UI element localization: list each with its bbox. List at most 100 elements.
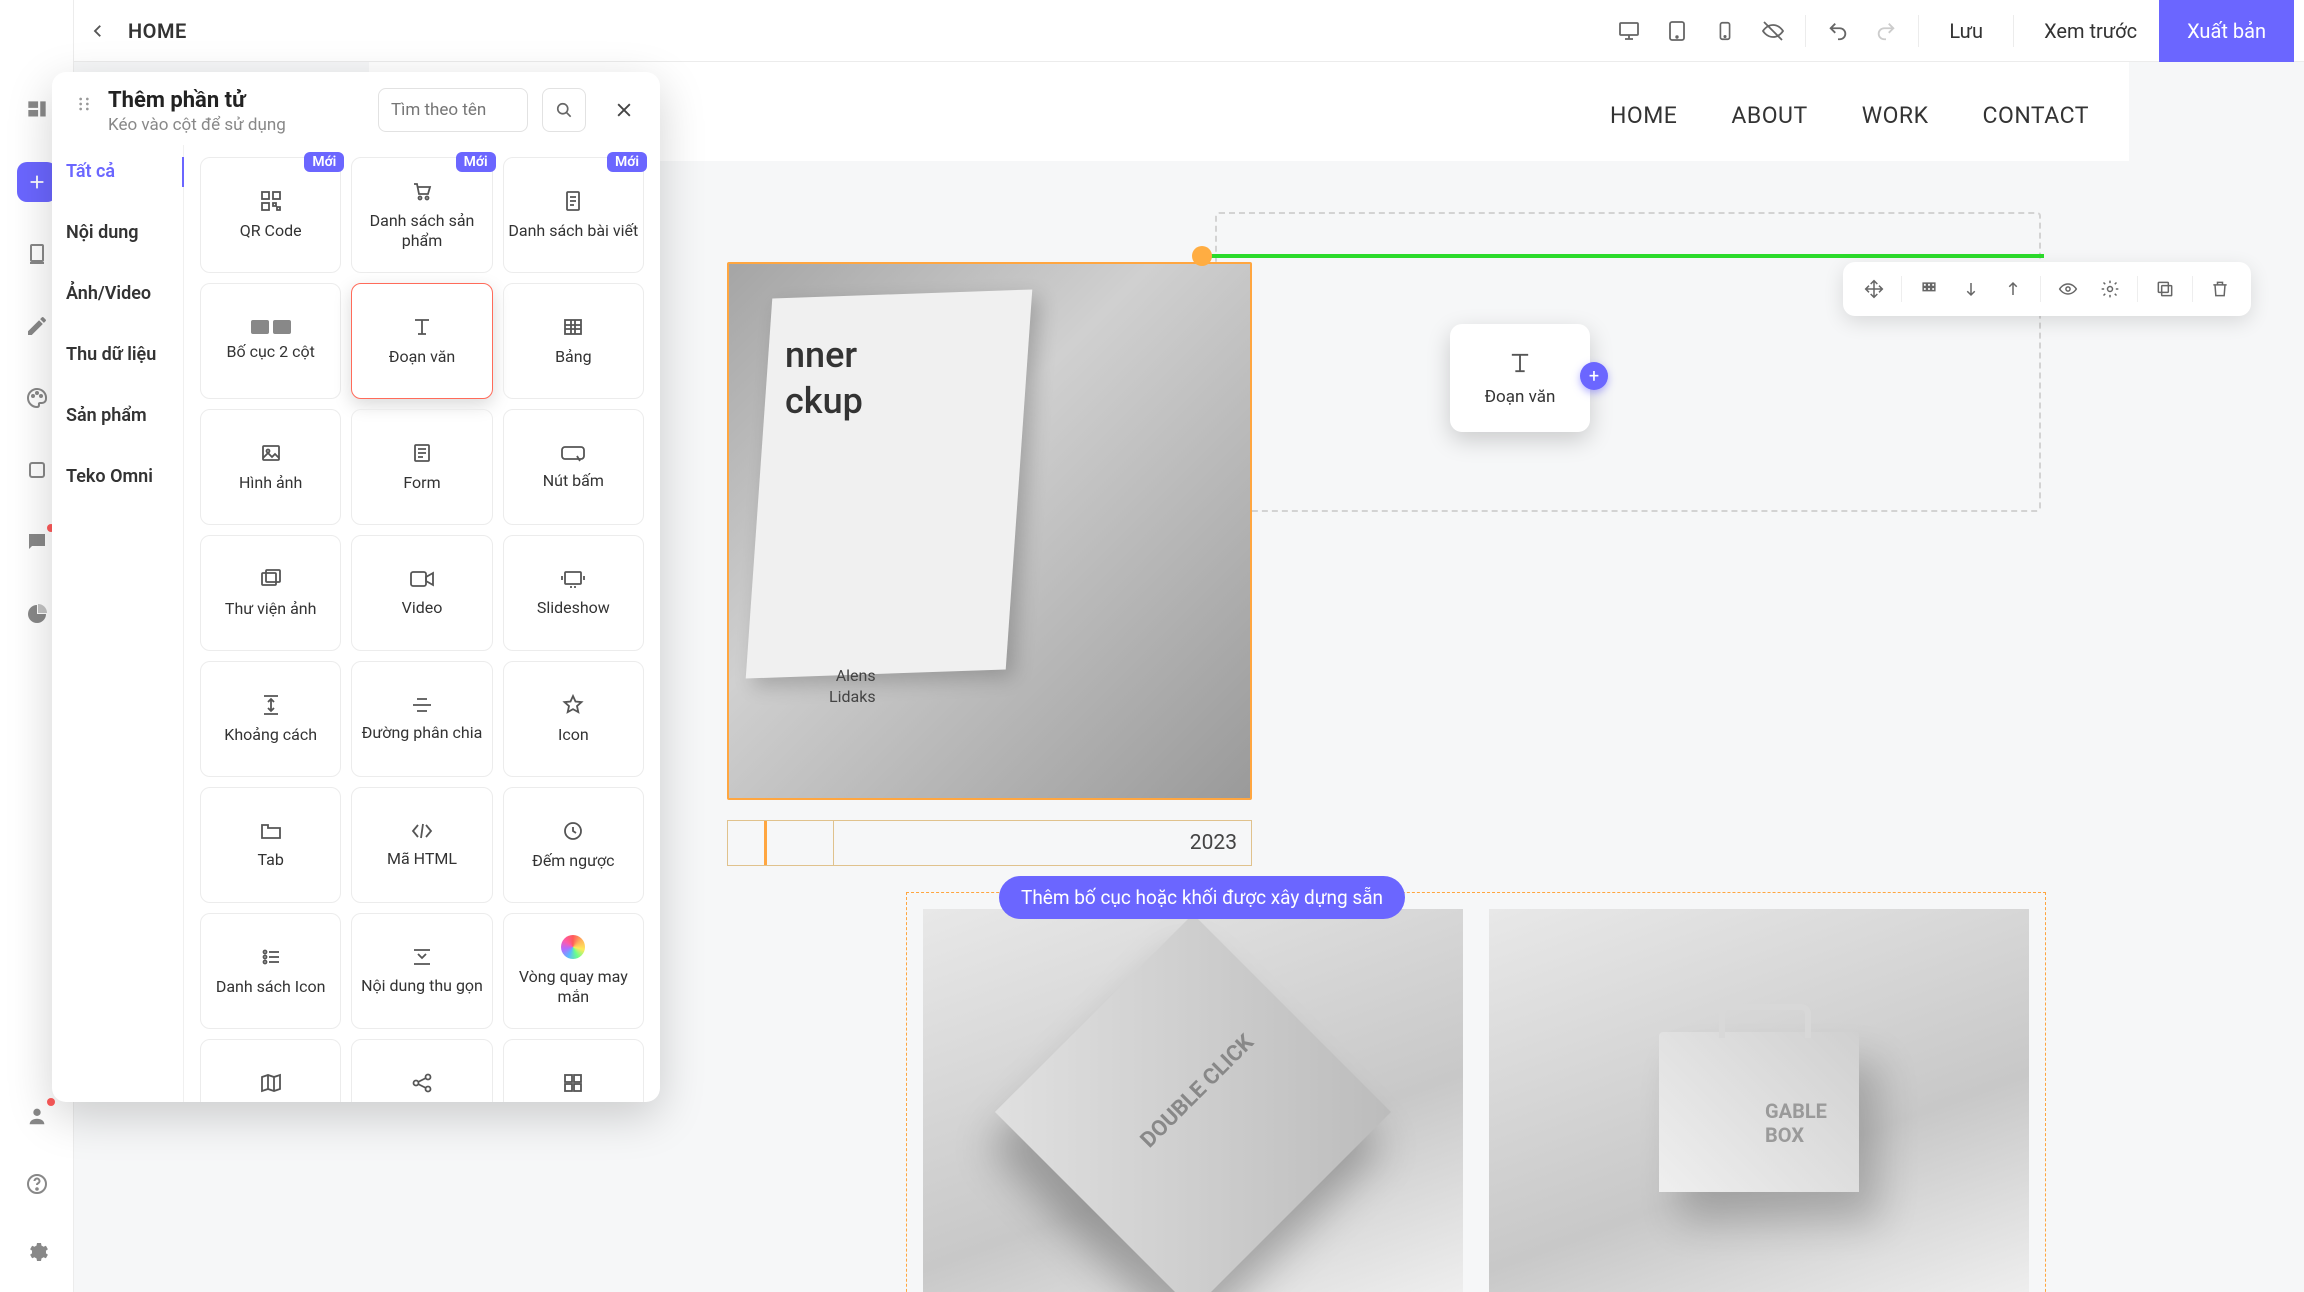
two-col-icon (251, 320, 291, 334)
tile-divider[interactable]: Đường phân chia (351, 661, 492, 777)
gallery-2-label: GABLEBOX (1765, 1099, 1827, 1147)
tile-map[interactable]: Bản đồ (200, 1039, 341, 1102)
hero-author: AlensLidaks (829, 666, 876, 708)
code-icon (410, 821, 434, 841)
move-up-icon[interactable] (1994, 270, 2032, 308)
tile-product-list[interactable]: MớiDanh sách sản phẩm (351, 157, 492, 273)
gallery-icon (259, 567, 283, 591)
gear-icon[interactable] (2091, 270, 2129, 308)
device-tablet-icon[interactable] (1653, 0, 1701, 62)
drop-line (1194, 254, 2044, 258)
tile-countdown[interactable]: Đếm ngược (503, 787, 644, 903)
tile-post-list[interactable]: MớiDanh sách bài viết (503, 157, 644, 273)
tile-icon-list[interactable]: Danh sách Icon (200, 913, 341, 1029)
close-icon[interactable] (606, 92, 642, 128)
save-button[interactable]: Lưu (1927, 0, 2005, 62)
button-icon (560, 443, 586, 463)
copy-icon[interactable] (2146, 270, 2184, 308)
grid-icon[interactable] (1910, 270, 1948, 308)
element-grid: MớiQR Code MớiDanh sách sản phẩm MớiDanh… (184, 145, 660, 1102)
badge-new: Mới (304, 152, 344, 172)
tile-button[interactable]: Nút bấm (503, 409, 644, 525)
dragged-element-chip[interactable]: Đoạn văn + (1450, 324, 1590, 432)
tile-list[interactable]: Danh sách (503, 1039, 644, 1102)
nav-home[interactable]: HOME (1610, 102, 1677, 129)
preview-button[interactable]: Xem trước (2022, 0, 2159, 62)
icon-list-icon (259, 945, 283, 969)
rail-help-icon[interactable] (17, 1164, 57, 1204)
tile-wheel[interactable]: Vòng quay may mắn (503, 913, 644, 1029)
text-icon (1506, 349, 1534, 377)
badge-new: Mới (607, 152, 647, 172)
rail-chat-icon[interactable] (17, 522, 57, 562)
image-icon (259, 441, 283, 465)
add-layout-tooltip[interactable]: Thêm bố cục hoặc khối được xây dựng sẵn (999, 876, 1405, 919)
cat-product[interactable]: Sản phẩm (66, 405, 175, 426)
rail-layers-icon[interactable] (17, 450, 57, 490)
text-icon (410, 315, 434, 339)
hero-image[interactable]: nner ckup AlensLidaks (727, 262, 1252, 800)
gallery-image-2[interactable]: GABLEBOX (1489, 909, 2029, 1292)
list-icon (561, 1072, 585, 1094)
drop-handle[interactable] (1192, 246, 1212, 266)
hero-text-2: ckup (785, 380, 863, 422)
tile-collapse[interactable]: Nội dung thu gọn (351, 913, 492, 1029)
eye-icon[interactable] (2049, 270, 2087, 308)
drag-handle-icon[interactable] (74, 94, 94, 114)
topbar: HOME Lưu Xem trước Xuất bản (74, 0, 2304, 62)
divider-icon (410, 695, 434, 715)
device-desktop-icon[interactable] (1605, 0, 1653, 62)
nav-work[interactable]: WORK (1862, 102, 1929, 129)
tile-table[interactable]: Bảng (503, 283, 644, 399)
gallery-image-1[interactable]: DOUBLE CLICK (923, 909, 1463, 1292)
publish-button[interactable]: Xuất bản (2159, 0, 2294, 62)
cat-media[interactable]: Ảnh/Video (66, 283, 175, 304)
redo-icon[interactable] (1862, 0, 1910, 62)
cat-content[interactable]: Nội dung (66, 222, 175, 243)
move-icon[interactable] (1855, 270, 1893, 308)
undo-icon[interactable] (1814, 0, 1862, 62)
rail-add-icon[interactable] (17, 162, 57, 202)
tile-icon[interactable]: Icon (503, 661, 644, 777)
move-down-icon[interactable] (1952, 270, 1990, 308)
tile-social[interactable]: Icon mạng xã (351, 1039, 492, 1102)
qr-icon (259, 189, 283, 213)
tile-html[interactable]: Mã HTML (351, 787, 492, 903)
search-input[interactable] (378, 88, 528, 132)
search-icon[interactable] (542, 88, 586, 132)
tile-slideshow[interactable]: Slideshow (503, 535, 644, 651)
rail-pencil-icon[interactable] (17, 306, 57, 346)
tile-gallery[interactable]: Thư viện ảnh (200, 535, 341, 651)
tile-spacer[interactable]: Khoảng cách (200, 661, 341, 777)
cart-icon (410, 179, 434, 203)
nav-about[interactable]: ABOUT (1731, 102, 1807, 129)
panel-title: Thêm phần tử (108, 88, 364, 113)
cat-teko[interactable]: Teko Omni (66, 466, 175, 487)
tile-paragraph[interactable]: Đoạn văn (351, 283, 492, 399)
rail-pages-icon[interactable] (17, 234, 57, 274)
back-button[interactable] (74, 22, 122, 40)
hero-text-1: nner (785, 334, 857, 376)
badge-new: Mới (456, 152, 496, 172)
cat-all[interactable]: Tất cả (66, 161, 175, 182)
hero-year[interactable]: 2023 (727, 820, 1252, 866)
device-mobile-icon[interactable] (1701, 0, 1749, 62)
trash-icon[interactable] (2201, 270, 2239, 308)
tile-qr[interactable]: MớiQR Code (200, 157, 341, 273)
map-icon (259, 1072, 283, 1094)
tile-two-col[interactable]: Bố cục 2 cột (200, 283, 341, 399)
form-icon (410, 441, 434, 465)
rail-templates-icon[interactable] (17, 90, 57, 130)
cat-data[interactable]: Thu dữ liệu (66, 344, 175, 365)
rail-analytics-icon[interactable] (17, 594, 57, 634)
rail-user-icon[interactable] (17, 1096, 57, 1136)
tile-form[interactable]: Form (351, 409, 492, 525)
tile-tab[interactable]: Tab (200, 787, 341, 903)
rail-settings-icon[interactable] (17, 1232, 57, 1272)
visibility-off-icon[interactable] (1749, 0, 1797, 62)
tile-image[interactable]: Hình ảnh (200, 409, 341, 525)
gallery-section[interactable]: DOUBLE CLICK GABLEBOX (906, 892, 2046, 1292)
nav-contact[interactable]: CONTACT (1983, 102, 2089, 129)
rail-palette-icon[interactable] (17, 378, 57, 418)
tile-video[interactable]: Video (351, 535, 492, 651)
